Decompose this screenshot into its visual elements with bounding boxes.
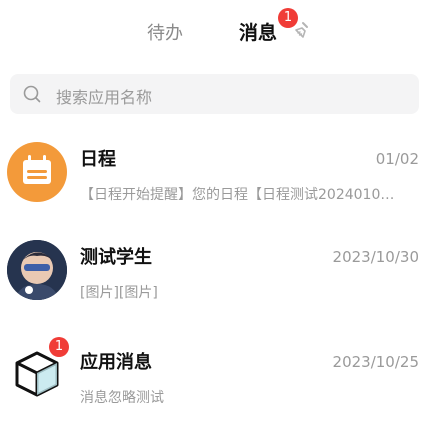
tab-todo[interactable]: 待办 (147, 19, 183, 45)
search-placeholder: 搜索应用名称 (56, 88, 153, 107)
conversation-item-schedule[interactable]: 日程 01/02 【日程开始提醒】您的日程【日程测试2024010… (0, 142, 437, 238)
schedule-avatar (7, 142, 67, 202)
search-bar[interactable]: 搜索应用名称 (10, 74, 419, 114)
conversation-title: 日程 (80, 149, 116, 170)
tab-messages[interactable]: 消息 (239, 18, 277, 45)
top-tabs: 待办 消息 1 (0, 0, 437, 60)
conversation-item-test-student[interactable]: 测试学生 2023/10/30 [图片][图片] (0, 240, 437, 336)
conversation-item-app-messages[interactable]: 1 应用消息 2023/10/25 消息忽略测试 (0, 337, 437, 441)
conversation-time: 2023/10/30 (332, 248, 419, 266)
broom-clear-icon[interactable] (290, 20, 312, 42)
conversation-preview: 消息忽略测试 (80, 390, 164, 406)
search-icon (23, 85, 41, 103)
conversation-title: 测试学生 (80, 247, 152, 268)
user-avatar-image (7, 240, 67, 300)
conversation-time: 01/02 (375, 150, 419, 168)
app-messages-unread-badge: 1 (49, 337, 69, 357)
conversation-preview: [图片][图片] (80, 285, 158, 301)
user-avatar (7, 240, 67, 300)
calendar-icon (23, 155, 51, 184)
conversation-title: 应用消息 (80, 352, 152, 373)
conversation-time: 2023/10/25 (332, 353, 419, 371)
conversation-preview: 【日程开始提醒】您的日程【日程测试2024010… (80, 187, 395, 203)
